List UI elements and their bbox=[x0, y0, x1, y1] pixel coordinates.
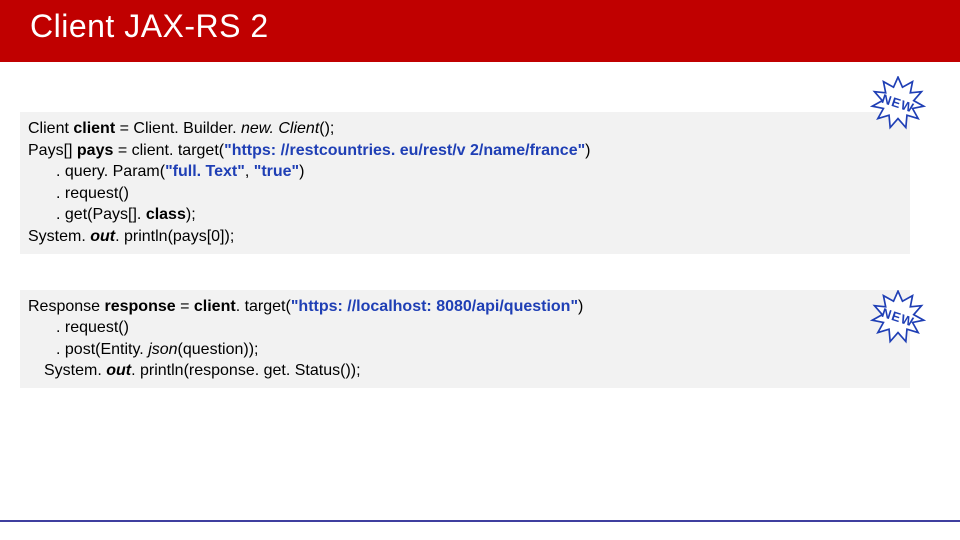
code-text: = bbox=[180, 298, 194, 315]
code-text: ) bbox=[585, 142, 590, 159]
code-string: "full. Text" bbox=[165, 163, 245, 180]
code-text: Client bbox=[28, 120, 73, 137]
code-italic: out bbox=[106, 362, 131, 379]
code-text: Pays[] bbox=[28, 142, 77, 159]
footer-divider bbox=[0, 520, 960, 522]
new-badge: NEW bbox=[870, 290, 926, 346]
code-text: , bbox=[245, 163, 254, 180]
code-string: "true" bbox=[254, 163, 299, 180]
code-var: client bbox=[194, 298, 236, 315]
code-text: System. bbox=[44, 362, 106, 379]
title-bar: Client JAX-RS 2 bbox=[0, 0, 960, 62]
code-text: = Client. Builder. bbox=[120, 120, 241, 137]
code-text: . post(Entity. bbox=[56, 341, 148, 358]
code-italic: json bbox=[148, 341, 177, 358]
code-text: Response bbox=[28, 298, 105, 315]
code-text: . target( bbox=[236, 298, 291, 315]
code-text: . println(response. get. Status()); bbox=[131, 362, 360, 379]
code-var: pays bbox=[77, 142, 118, 159]
new-badge: NEW bbox=[870, 76, 926, 132]
code-text: ); bbox=[186, 206, 196, 223]
code-italic: new. Client bbox=[241, 120, 319, 137]
slide-content: Client client = Client. Builder. new. Cl… bbox=[0, 62, 960, 388]
page-title: Client JAX-RS 2 bbox=[30, 8, 930, 45]
code-block-1: Client client = Client. Builder. new. Cl… bbox=[20, 112, 910, 254]
code-keyword: class bbox=[146, 206, 186, 223]
code-text: System. bbox=[28, 228, 90, 245]
code-text: (); bbox=[319, 120, 334, 137]
code-text: . get(Pays[]. bbox=[56, 206, 146, 223]
code-var: client bbox=[73, 120, 119, 137]
code-text: ) bbox=[299, 163, 304, 180]
code-string: "https: //localhost: 8080/api/question" bbox=[291, 298, 578, 315]
code-text: . query. Param( bbox=[56, 163, 165, 180]
code-italic: out bbox=[90, 228, 115, 245]
code-text: . request() bbox=[28, 183, 902, 205]
code-text: . println(pays[0]); bbox=[115, 228, 234, 245]
code-var: response bbox=[105, 298, 181, 315]
code-text: = client. target( bbox=[118, 142, 224, 159]
code-block-2: Response response = client. target("http… bbox=[20, 290, 910, 388]
code-string: "https: //restcountries. eu/rest/v 2/nam… bbox=[224, 142, 585, 159]
code-text: (question)); bbox=[178, 341, 259, 358]
code-text: . request() bbox=[28, 317, 902, 339]
code-text: ) bbox=[578, 298, 583, 315]
